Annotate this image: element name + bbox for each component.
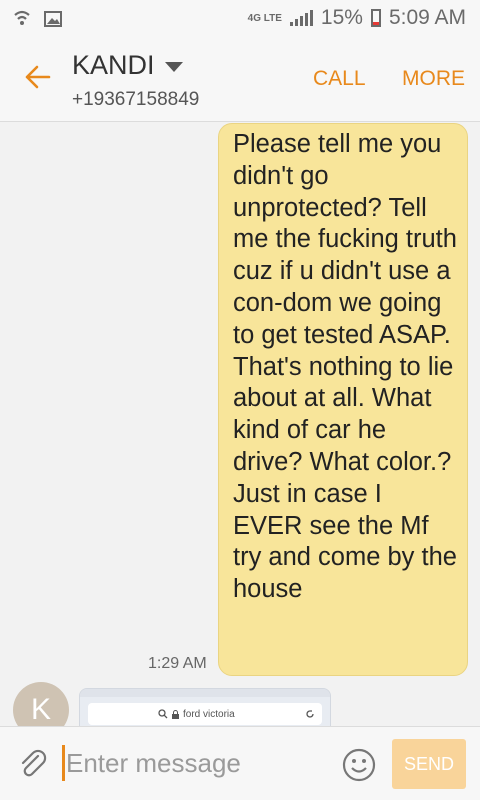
status-left <box>12 10 62 28</box>
outgoing-message-bubble[interactable]: Please tell me you didn't go unprotected… <box>218 123 468 676</box>
attachment-search-bar: ford victoria <box>88 703 322 725</box>
message-composer: SEND <box>0 726 480 800</box>
search-icon <box>158 709 168 719</box>
call-button[interactable]: CALL <box>313 67 366 91</box>
attachment-search-text: ford victoria <box>183 708 235 720</box>
image-icon <box>44 11 62 27</box>
status-right: 4G LTE 15% 5:09 AM <box>248 6 466 30</box>
contact-phone-number: +19367158849 <box>72 89 200 110</box>
dropdown-caret-icon <box>164 61 183 72</box>
battery-icon <box>370 9 381 27</box>
attach-icon[interactable] <box>16 747 50 781</box>
clock: 5:09 AM <box>388 6 466 29</box>
signal-icon <box>289 10 313 26</box>
message-timestamp: 1:29 AM <box>148 655 207 672</box>
message-input[interactable] <box>66 745 326 781</box>
text-cursor <box>62 745 65 781</box>
conversation-header: KANDI +19367158849 CALL MORE <box>0 38 480 122</box>
battery-percent: 15% <box>320 6 363 29</box>
wifi-call-icon <box>14 10 30 25</box>
status-bar: 4G LTE 15% 5:09 AM <box>0 0 480 38</box>
refresh-icon <box>306 710 314 718</box>
lock-icon <box>172 709 179 719</box>
contact-name-dropdown[interactable]: KANDI <box>72 50 183 81</box>
send-button[interactable]: SEND <box>392 739 466 789</box>
network-type: 4G LTE <box>247 12 282 24</box>
contact-name: KANDI <box>72 50 155 80</box>
emoji-icon[interactable] <box>341 747 377 783</box>
more-button[interactable]: MORE <box>402 67 465 91</box>
back-arrow-icon[interactable] <box>22 62 52 92</box>
attachment-status-strip <box>80 689 330 697</box>
